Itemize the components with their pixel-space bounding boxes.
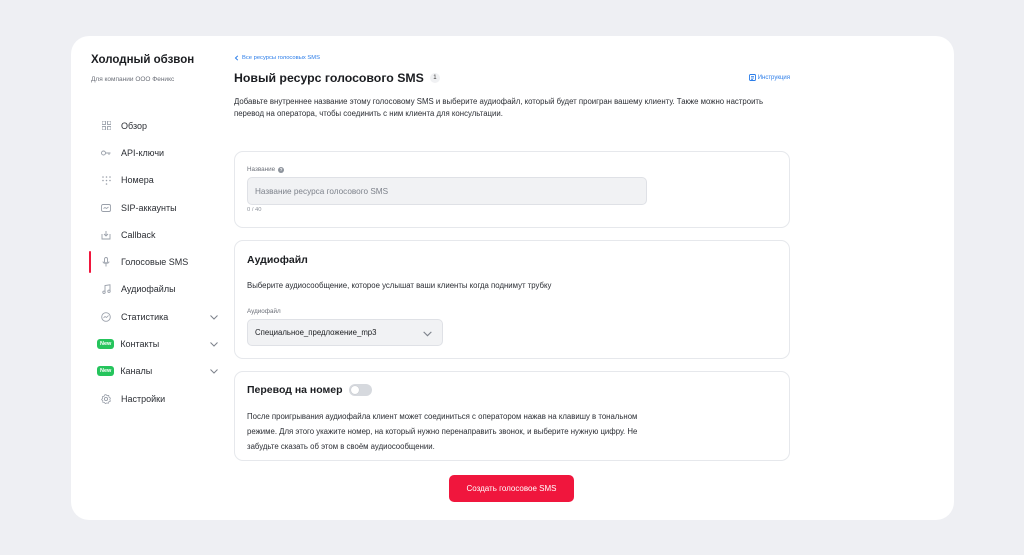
chevron-down-icon[interactable]: [209, 366, 219, 376]
grid-icon: [101, 121, 111, 131]
gear-icon: [101, 393, 111, 404]
sidebar-item-label: Каналы: [120, 366, 153, 377]
create-voice-sms-button[interactable]: Создать голосовое SMS: [449, 475, 574, 502]
sidebar-item-label: Настройки: [121, 393, 166, 404]
count-badge: 1: [429, 73, 440, 83]
help-icon[interactable]: ?: [278, 166, 285, 173]
stats-icon: [101, 311, 111, 322]
transfer-section-title: Перевод на номер: [247, 384, 343, 396]
sidebar: Холодный обзвон Для компании ООО Феникс …: [89, 54, 219, 404]
audio-select-value: Специальное_предложение_mp3: [255, 328, 377, 337]
sidebar-item-api-keys[interactable]: API-ключи: [91, 139, 219, 166]
transfer-section: Перевод на номер После проигрывания ауди…: [234, 371, 790, 461]
app-card: Холодный обзвон Для компании ООО Феникс …: [71, 36, 954, 520]
sidebar-item-label: Callback: [121, 229, 156, 240]
name-label: Название: [247, 166, 276, 173]
sidebar-item-callback[interactable]: Callback: [91, 221, 219, 248]
chevron-left-icon: [234, 55, 239, 61]
chevron-down-icon: [423, 331, 432, 337]
new-badge: New: [97, 366, 115, 377]
title-row: Новый ресурс голосового SMS 1 Инструкция: [234, 71, 790, 85]
instruction-link[interactable]: Инструкция: [748, 74, 790, 81]
key-icon: [101, 148, 111, 158]
new-badge: New: [97, 339, 115, 350]
instruction-link-label: Инструкция: [757, 74, 790, 81]
sidebar-item-label: Статистика: [121, 311, 169, 322]
sidebar-item-voice-sms[interactable]: Голосовые SMS: [89, 248, 219, 275]
sidebar-item-statistics[interactable]: Статистика: [91, 303, 219, 330]
sidebar-item-numbers[interactable]: Номера: [91, 167, 219, 194]
chevron-down-icon[interactable]: [209, 339, 219, 349]
project-title: Холодный обзвон: [91, 54, 195, 66]
sidebar-item-settings[interactable]: Настройки: [91, 385, 219, 412]
sidebar-item-overview[interactable]: Обзор: [91, 112, 219, 139]
name-label-row: Название ?: [247, 166, 285, 173]
page-title: Новый ресурс голосового SMS: [234, 71, 424, 85]
transfer-section-text: После проигрывания аудиофайла клиент мож…: [247, 412, 638, 451]
sidebar-item-audio-files[interactable]: Аудиофайлы: [91, 276, 219, 303]
back-link-label: Все ресурсы голосовых SMS: [242, 55, 320, 61]
back-link[interactable]: Все ресурсы голосовых SMS: [234, 54, 790, 62]
audio-select[interactable]: Специальное_предложение_mp3: [247, 319, 443, 346]
sip-icon: [101, 203, 111, 213]
char-counter: 0 / 40: [247, 207, 262, 213]
company-subtitle: Для компании ООО Феникс: [91, 76, 175, 83]
audio-section: Аудиофайл Выберите аудиосообщение, котор…: [234, 240, 790, 359]
dialpad-icon: [101, 175, 111, 185]
sidebar-item-label: SIP-аккаунты: [121, 202, 177, 213]
sidebar-item-label: Номера: [121, 175, 154, 186]
microphone-icon: [101, 257, 111, 267]
page-description: Добавьте внутреннее название этому голос…: [234, 97, 764, 118]
document-icon: [748, 74, 756, 81]
transfer-title-row: Перевод на номер: [247, 384, 372, 396]
audio-label: Аудиофайл: [247, 308, 281, 315]
name-section: Название ? 0 / 40: [234, 151, 790, 228]
audio-section-title: Аудиофайл: [247, 254, 308, 266]
callback-icon: [101, 230, 111, 240]
sidebar-item-label: API-ключи: [121, 147, 165, 158]
name-input[interactable]: [247, 177, 647, 205]
sidebar-item-channels[interactable]: New Каналы: [91, 358, 219, 385]
music-note-icon: [101, 284, 111, 295]
sidebar-item-label: Контакты: [120, 339, 160, 350]
sidebar-item-sip-accounts[interactable]: SIP-аккаунты: [91, 194, 219, 221]
transfer-toggle[interactable]: [348, 384, 372, 396]
sidebar-item-label: Аудиофайлы: [121, 284, 176, 295]
audio-section-text: Выберите аудиосообщение, которое услышат…: [247, 281, 552, 290]
sidebar-item-contacts[interactable]: New Контакты: [91, 330, 219, 357]
sidebar-item-label: Обзор: [121, 120, 147, 131]
main-content: Все ресурсы голосовых SMS Новый ресурс г…: [234, 54, 790, 502]
sidebar-item-label: Голосовые SMS: [121, 257, 189, 268]
chevron-down-icon[interactable]: [209, 312, 219, 322]
sidebar-nav: Обзор API-ключи Номера SIP-аккаунты Call…: [89, 112, 219, 412]
